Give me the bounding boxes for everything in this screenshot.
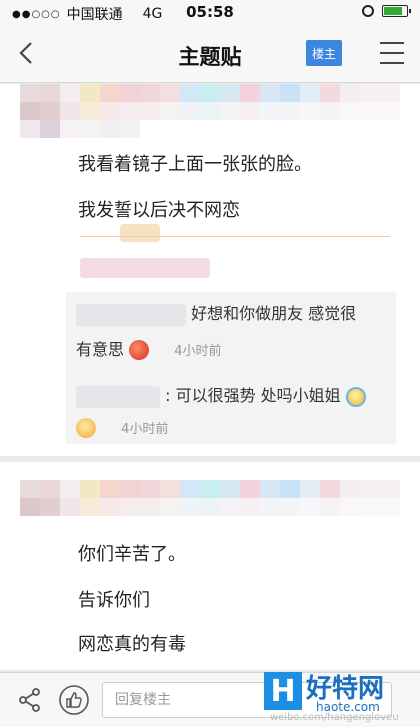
rotation-lock-icon xyxy=(362,5,374,17)
post-line: 网恋真的有毒 xyxy=(78,634,186,655)
battery-icon xyxy=(382,5,411,17)
divider xyxy=(80,236,390,237)
owner-only-button[interactable]: 楼主 xyxy=(306,40,342,66)
reply-time: 4小时前 xyxy=(174,343,222,359)
page-title: 主题贴 xyxy=(178,45,242,69)
status-bar: ●●○○○ 中国联通 4G 05:58 xyxy=(0,0,420,26)
smile-emoji-icon xyxy=(76,418,96,438)
reply-list: 好想和你做朋友 感觉很 有意思 4小时前 : 可以很强势 处吗小姐姐 4小时前 xyxy=(66,292,396,444)
blurred-username xyxy=(76,303,186,326)
post-line: 我发誓以后决不网恋 xyxy=(78,200,240,221)
status-time: 05:58 xyxy=(186,3,234,21)
reply-text: 有意思 xyxy=(76,339,125,359)
blurred-image xyxy=(120,224,160,242)
post-line: 我看着镜子上面一张张的脸。 xyxy=(78,154,312,175)
reply-time: 4小时前 xyxy=(121,421,169,437)
post-line: 你们辛苦了。 xyxy=(78,544,186,565)
blurred-image xyxy=(80,258,210,278)
post-card: 我看着镜子上面一张张的脸。 我发誓以后决不网恋 好想和你做朋友 感觉很 有意思 … xyxy=(0,84,420,456)
reply-item[interactable]: : 可以很强势 处吗小姐姐 4小时前 xyxy=(76,382,386,438)
post-card: 你们辛苦了。 告诉你们 网恋真的有毒 xyxy=(0,462,420,670)
blurred-username xyxy=(76,385,160,408)
watermark-weibo: weibo.com/hangengloveu xyxy=(270,712,399,723)
menu-icon[interactable] xyxy=(380,42,404,64)
blurred-user-header xyxy=(20,84,400,138)
share-icon[interactable] xyxy=(14,684,46,716)
nav-bar: 主题贴 楼主 xyxy=(0,26,420,83)
post-line: 告诉你们 xyxy=(78,590,150,611)
angry-emoji-icon xyxy=(129,340,150,360)
blurred-user-header xyxy=(20,480,400,516)
reply-text: : 可以很强势 处吗小姐姐 xyxy=(165,386,341,405)
status-right xyxy=(362,5,411,17)
reply-item[interactable]: 好想和你做朋友 感觉很 有意思 4小时前 xyxy=(76,300,386,360)
laughing-emoji-icon xyxy=(345,386,366,407)
haote-logo: H xyxy=(264,672,302,710)
thumbs-up-icon[interactable] xyxy=(58,684,90,716)
reply-text: 好想和你做朋友 感觉很 xyxy=(191,304,357,323)
